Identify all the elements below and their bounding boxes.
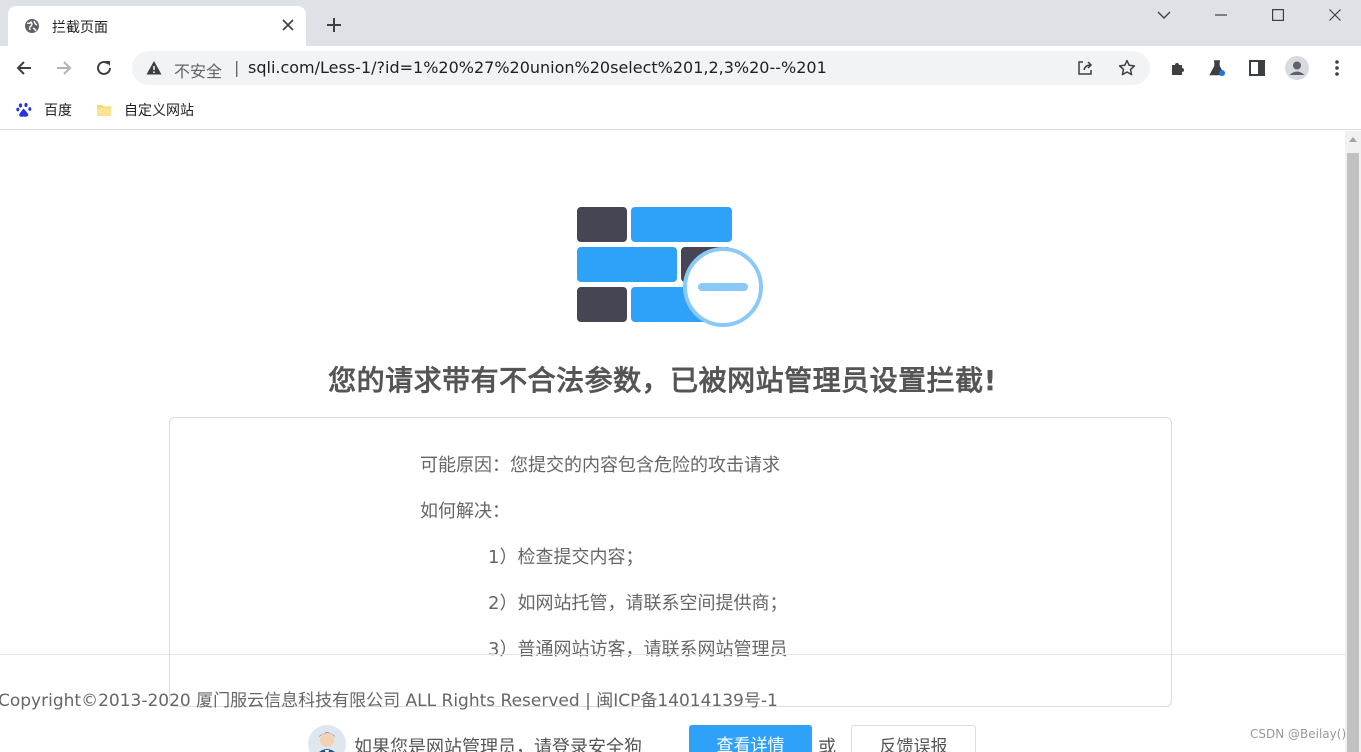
globe-icon [24,18,40,34]
page-content: 您的请求带有不合法参数，已被网站管理员设置拦截! 可能原因：您提交的内容包含危险… [0,131,1345,752]
forward-arrow-icon[interactable] [50,54,78,82]
vertical-scrollbar[interactable] [1345,131,1361,752]
admin-avatar [308,725,346,752]
minimize-icon[interactable] [1193,0,1249,30]
footer-divider [0,654,1345,655]
bookmarks-bar: 百度 自定义网站 [0,90,1361,130]
bookmark-baidu[interactable]: 百度 [16,100,72,120]
close-window-icon[interactable] [1307,0,1361,30]
reload-icon[interactable] [90,54,118,82]
browser-toolbar: 不安全 | sqli.com/Less-1/?id=1%20%27%20unio… [0,46,1361,90]
side-panel-icon[interactable] [1245,56,1269,80]
watermark: CSDN @Beilay() [1250,727,1347,741]
bookmark-label: 自定义网站 [124,103,194,119]
warning-triangle-icon[interactable] [146,60,162,76]
tab-search-chevron-icon[interactable] [1136,0,1192,30]
labs-flask-icon[interactable] [1205,56,1229,80]
view-details-button[interactable]: 查看详情 [689,725,812,752]
copyright-text: Copyright©2013-2020 厦门服云信息科技有限公司 ALL Rig… [0,691,778,711]
bookmark-star-icon[interactable] [1118,59,1136,77]
scroll-up-arrow-icon[interactable] [1349,137,1357,142]
scrollbar-thumb[interactable] [1347,153,1359,752]
close-tab-icon[interactable] [278,15,298,35]
maximize-icon[interactable] [1250,0,1306,30]
new-tab-icon[interactable] [322,13,346,37]
security-label[interactable]: 不安全 [174,58,222,82]
tab-strip: 拦截页面 [0,0,1361,46]
back-arrow-icon[interactable] [10,54,38,82]
solve-step: 2）如网站托管，请联系空间提供商； [488,593,788,614]
reason-text: 可能原因：您提交的内容包含危险的攻击请求 [420,455,780,476]
address-bar[interactable]: 不安全 | sqli.com/Less-1/?id=1%20%27%20unio… [132,51,1150,85]
or-text: 或 [818,737,836,752]
report-false-positive-button[interactable]: 反馈误报 [851,725,976,752]
tab-title: 拦截页面 [52,20,108,36]
blocked-firewall-icon [577,207,763,327]
baidu-paw-icon [16,102,32,118]
url-text[interactable]: sqli.com/Less-1/?id=1%20%27%20union%20se… [248,58,827,77]
kebab-menu-icon[interactable] [1325,56,1349,80]
omnibox-separator: | [234,58,240,77]
admin-prompt: 如果您是网站管理员，请登录安全狗 [354,737,642,752]
bookmark-custom-sites[interactable]: 自定义网站 [96,100,194,120]
bookmark-label: 百度 [44,103,72,119]
extensions-puzzle-icon[interactable] [1166,56,1190,80]
block-headline: 您的请求带有不合法参数，已被网站管理员设置拦截! [328,364,997,397]
share-icon[interactable] [1076,59,1094,77]
solve-step: 3）普通网站访客，请联系网站管理员 [488,639,788,660]
solve-step: 1）检查提交内容； [488,547,644,568]
solve-label: 如何解决： [420,501,510,522]
profile-avatar-icon[interactable] [1285,56,1309,80]
folder-icon [96,102,112,118]
browser-tab[interactable]: 拦截页面 [8,6,306,46]
